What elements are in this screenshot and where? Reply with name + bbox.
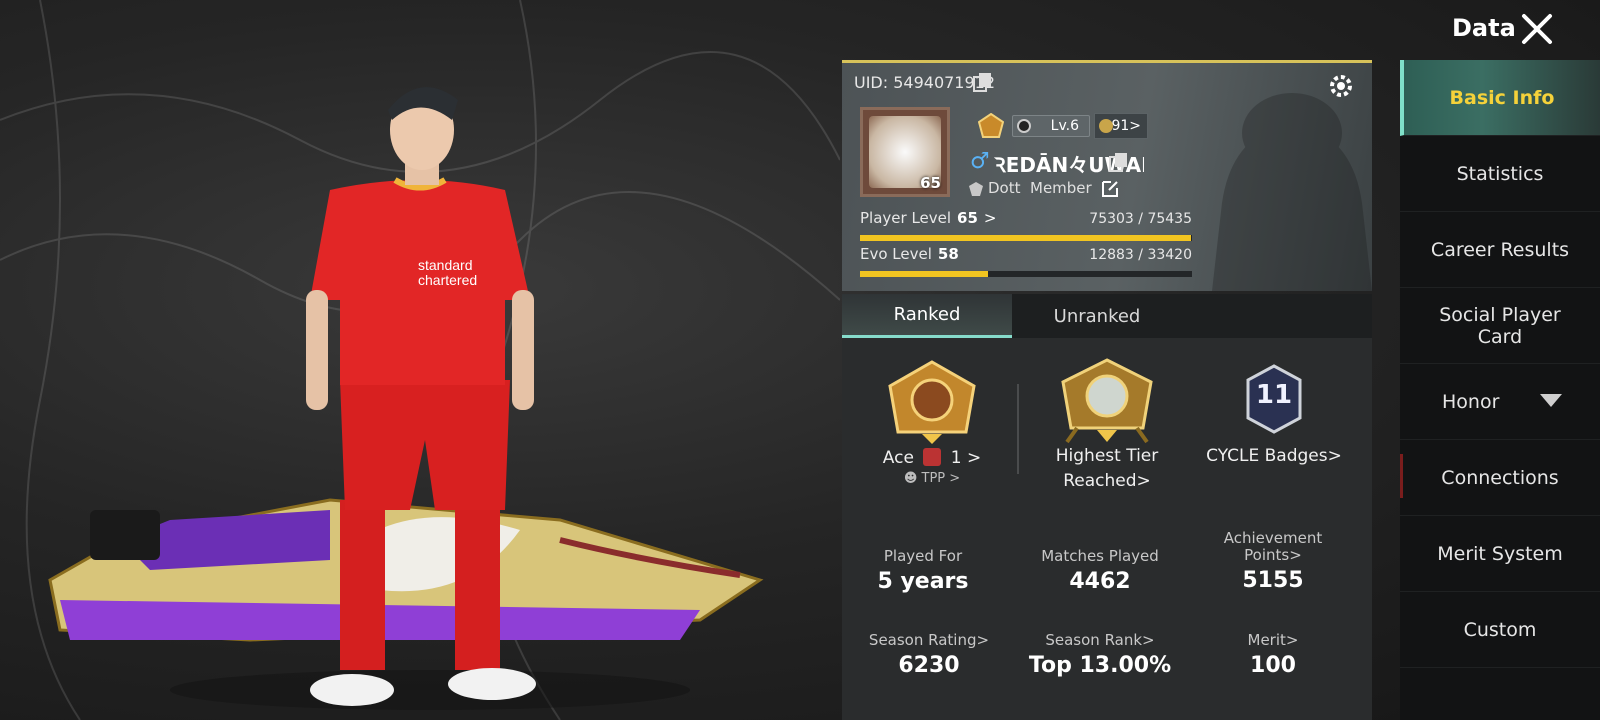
tier-name: Ace	[882, 448, 914, 468]
stat-label: Merit>	[1247, 631, 1299, 649]
player-level-value: 65	[957, 209, 978, 227]
current-tier-badge[interactable]: Ace 1 > ☻ TPP >	[862, 360, 1002, 486]
highest-tier-label-2: Reached>	[1063, 471, 1151, 491]
rank-emblem-icon	[1099, 119, 1113, 133]
copy-icon[interactable]	[972, 71, 994, 93]
male-icon: ♂	[970, 149, 990, 174]
stat-label: Played For	[883, 547, 963, 565]
player-level-bar-fill	[860, 235, 1192, 241]
stat-season-rating[interactable]: Season Rating> 6230	[854, 631, 1004, 679]
jetski-boat	[48, 498, 764, 642]
tab-ranked[interactable]: Ranked	[842, 294, 1012, 338]
tier-rank-icon	[923, 448, 942, 466]
tier-sub: 1 >	[950, 448, 982, 468]
stat-achievement-points[interactable]: Achievement Points> 5155	[1198, 529, 1348, 594]
avatar[interactable]: 65	[860, 107, 950, 197]
stat-value: 5155	[1242, 568, 1304, 593]
account-level-text: Lv.6	[1050, 118, 1079, 134]
copy-name-icon[interactable]	[1108, 151, 1130, 173]
data-side-nav: Basic Info Statistics Career Results Soc…	[1400, 60, 1600, 720]
close-icon[interactable]	[1520, 12, 1554, 46]
player-level-row[interactable]: Player Level 65 >	[860, 209, 997, 227]
clan-name: Dott	[988, 179, 1021, 197]
profile-card: UID: 5494071912 65 Lv.6 91> ♂ ꝚEDĀN々UWAI…	[842, 60, 1372, 291]
tab-unranked[interactable]: Unranked	[1012, 294, 1182, 338]
stat-matches-played: Matches Played 4462	[1025, 547, 1175, 595]
nav-basic-info[interactable]: Basic Info	[1400, 60, 1600, 136]
stat-value: 6230	[898, 653, 960, 678]
gear-icon[interactable]	[1328, 73, 1354, 99]
nav-connections[interactable]: Connections	[1400, 440, 1600, 516]
stat-label: Achievement	[1223, 529, 1323, 547]
evo-level-label: Evo Level	[860, 245, 932, 263]
clan-role: Member	[1030, 179, 1092, 197]
clan-icon	[969, 182, 983, 196]
evo-level-value: 58	[937, 245, 959, 263]
nav-custom[interactable]: Custom	[1400, 592, 1600, 668]
stat-label: Points>	[1244, 546, 1302, 564]
stat-value: 5 years	[877, 569, 969, 594]
nav-social-player-card[interactable]: Social Player Card	[1400, 288, 1600, 364]
level-dot-icon	[1017, 119, 1031, 133]
edit-icon[interactable]	[1100, 179, 1120, 199]
svg-text:chartered: chartered	[418, 272, 477, 288]
cycle-number: 11	[1255, 380, 1293, 410]
evo-level-row: Evo Level 58	[860, 245, 959, 263]
avatar-level: 65	[920, 174, 941, 192]
stat-value: 100	[1250, 653, 1296, 678]
highest-tier-badge[interactable]: Highest Tier Reached>	[1032, 358, 1182, 494]
squad-icon: ☻	[903, 471, 918, 486]
chevron-down-icon	[1540, 394, 1562, 407]
character-scene: standard chartered	[48, 87, 764, 710]
stat-value: Top 13.00%	[1028, 653, 1172, 678]
tier-name-row: Ace 1 >	[862, 446, 1002, 471]
rank-value-text: 91>	[1111, 118, 1141, 134]
stat-label: Season Rank>	[1045, 631, 1155, 649]
evo-level-progress: 12883 / 33420	[1089, 247, 1192, 263]
cycle-label: CYCLE Badges>	[1206, 446, 1342, 466]
svg-text:standard: standard	[418, 257, 472, 273]
tier-mode: TPP >	[921, 471, 961, 486]
account-level-badge[interactable]: Lv.6	[1012, 115, 1090, 137]
nav-statistics[interactable]: Statistics	[1400, 136, 1600, 212]
player-level-label: Player Level	[860, 209, 952, 227]
mode-tabs: Ranked Unranked	[842, 294, 1372, 338]
cycle-badges[interactable]: 11 CYCLE Badges>	[1194, 364, 1354, 469]
stat-label: Season Rating>	[868, 631, 990, 649]
stat-season-rank[interactable]: Season Rank> Top 13.00%	[1025, 631, 1175, 679]
player-level-bar	[860, 235, 1192, 241]
highest-tier-label-1: Highest Tier	[1055, 446, 1159, 466]
page-title: Data	[1452, 14, 1516, 42]
evo-level-bar	[860, 271, 1192, 277]
stat-label: Matches Played	[1041, 547, 1159, 565]
nav-honor-label: Honor	[1442, 390, 1500, 413]
nav-merit-system[interactable]: Merit System	[1400, 516, 1600, 592]
tier-mode-row[interactable]: ☻ TPP >	[862, 471, 1002, 486]
player-level-arrow: >	[983, 209, 997, 227]
stat-played-for: Played For 5 years	[848, 547, 998, 595]
tier-emblem-icon	[978, 113, 1004, 138]
rank-badge[interactable]: 91>	[1094, 113, 1148, 139]
nav-honor[interactable]: Honor	[1400, 364, 1600, 440]
stat-value: 4462	[1069, 569, 1131, 594]
evo-level-bar-fill	[860, 271, 988, 277]
ace-emblem-icon	[888, 360, 976, 444]
player-level-progress: 75303 / 75435	[1089, 211, 1192, 227]
nav-career-results[interactable]: Career Results	[1400, 212, 1600, 288]
stat-merit[interactable]: Merit> 100	[1198, 631, 1348, 679]
stats-panel: Ace 1 > ☻ TPP > Highest Tier Reached> 11…	[842, 338, 1372, 720]
highest-tier-emblem-icon	[1061, 358, 1153, 444]
badge-divider	[1017, 384, 1019, 474]
